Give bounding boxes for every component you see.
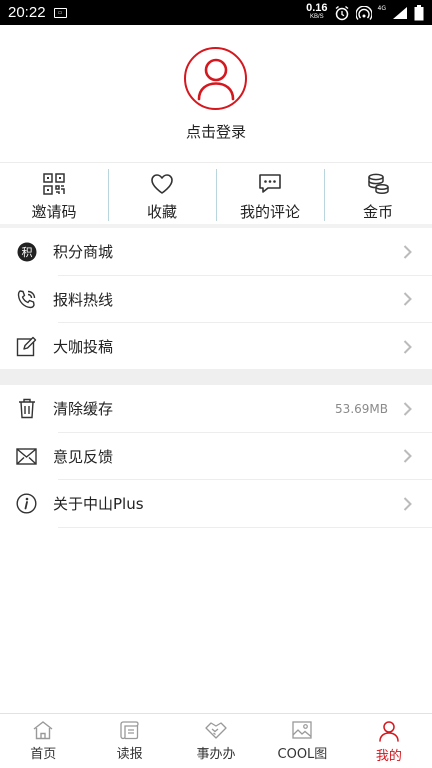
menu-item-feedback[interactable]: 意见反馈 — [0, 433, 432, 480]
cache-size-value: 53.69MB — [335, 401, 388, 416]
quick-action-label: 金币 — [362, 203, 393, 221]
comment-icon — [259, 174, 281, 193]
menu-item-label: 大咖投稿 — [53, 338, 114, 357]
tab-home[interactable]: 首页 — [0, 714, 86, 768]
info-icon — [16, 493, 37, 514]
notification-icon: ▭ — [53, 7, 67, 18]
quick-action-label: 收藏 — [146, 203, 177, 221]
quick-action-invite-code[interactable]: 邀请码 — [0, 163, 108, 224]
chevron-right-icon — [403, 497, 412, 511]
menu-item-clear-cache[interactable]: 清除缓存 53.69MB — [0, 385, 432, 433]
tab-label: 我的 — [375, 749, 402, 764]
net-speed-value: 0.16 — [306, 1, 328, 14]
qr-code-icon — [43, 173, 65, 195]
menu-group-primary: 积 积分商城 报料热线 大咖投稿 — [0, 228, 432, 371]
coins-icon — [368, 173, 389, 195]
tab-services[interactable]: 事办办 — [173, 714, 259, 768]
menu-item-label: 积分商城 — [53, 243, 114, 262]
edit-icon — [16, 336, 37, 357]
status-icons: 0.16 KB/S 4G — [306, 1, 424, 22]
phone-icon — [16, 289, 37, 310]
section-gap — [0, 369, 432, 385]
signal-icon — [393, 6, 407, 19]
profile-header: 点击登录 — [0, 25, 432, 162]
menu-item-points-mall[interactable]: 积 积分商城 — [0, 228, 432, 276]
avatar[interactable] — [184, 47, 247, 110]
net-speed-unit: KB/S — [309, 13, 324, 20]
quick-action-coins[interactable]: 金币 — [324, 163, 432, 224]
menu-item-label: 关于中山Plus — [53, 495, 144, 514]
quick-action-label: 邀请码 — [31, 203, 77, 221]
tab-mine[interactable]: 我的 — [346, 714, 432, 768]
status-time: 20:22 — [8, 4, 46, 21]
home-icon — [33, 721, 53, 740]
tab-newspaper[interactable]: 读报 — [86, 714, 172, 768]
hotspot-icon — [355, 5, 372, 20]
chevron-right-icon — [403, 402, 412, 416]
user-icon — [379, 721, 399, 742]
login-prompt[interactable]: 点击登录 — [0, 121, 432, 142]
chevron-right-icon — [403, 340, 412, 354]
menu-item-label: 清除缓存 — [53, 400, 114, 419]
quick-actions: 邀请码 收藏 我的评论 金币 — [0, 162, 432, 224]
menu-item-about[interactable]: 关于中山Plus — [0, 480, 432, 528]
menu-item-news-hotline[interactable]: 报料热线 — [0, 276, 432, 323]
image-icon — [292, 721, 313, 739]
status-bar: 20:22 ▭ 0.16 KB/S 4G — [0, 0, 432, 25]
quick-action-favorites[interactable]: 收藏 — [108, 163, 216, 224]
chevron-right-icon — [403, 292, 412, 306]
network-type: 4G — [377, 4, 386, 12]
user-avatar-icon — [197, 58, 234, 100]
quick-action-label: 我的评论 — [239, 203, 300, 221]
tab-label: 首页 — [30, 747, 57, 762]
alarm-icon — [335, 5, 348, 20]
menu-item-label: 意见反馈 — [53, 447, 114, 466]
newspaper-icon — [119, 721, 139, 740]
row-divider — [58, 526, 432, 528]
chevron-right-icon — [403, 245, 412, 259]
net-speed: 0.16 KB/S — [306, 1, 328, 22]
tab-label: 读报 — [116, 747, 143, 762]
heart-icon — [151, 174, 173, 194]
menu-item-expert-submission[interactable]: 大咖投稿 — [0, 323, 432, 371]
chevron-right-icon — [403, 449, 412, 463]
bottom-tab-bar: 首页 读报 事办办 COOL图 我的 — [0, 713, 432, 768]
quick-action-my-comments[interactable]: 我的评论 — [216, 163, 324, 224]
mail-icon — [16, 446, 37, 467]
trash-icon — [16, 398, 37, 419]
tab-cool-pictures[interactable]: COOL图 — [259, 714, 345, 768]
battery-icon — [414, 4, 424, 20]
points-mall-icon: 积 — [16, 241, 37, 262]
tab-label: COOL图 — [277, 747, 328, 762]
tab-label: 事办办 — [196, 747, 236, 762]
handshake-icon — [205, 722, 227, 739]
menu-item-label: 报料热线 — [53, 290, 114, 309]
svg-text:积: 积 — [21, 246, 32, 259]
menu-group-settings: 清除缓存 53.69MB 意见反馈 关于中山Plus — [0, 385, 432, 528]
